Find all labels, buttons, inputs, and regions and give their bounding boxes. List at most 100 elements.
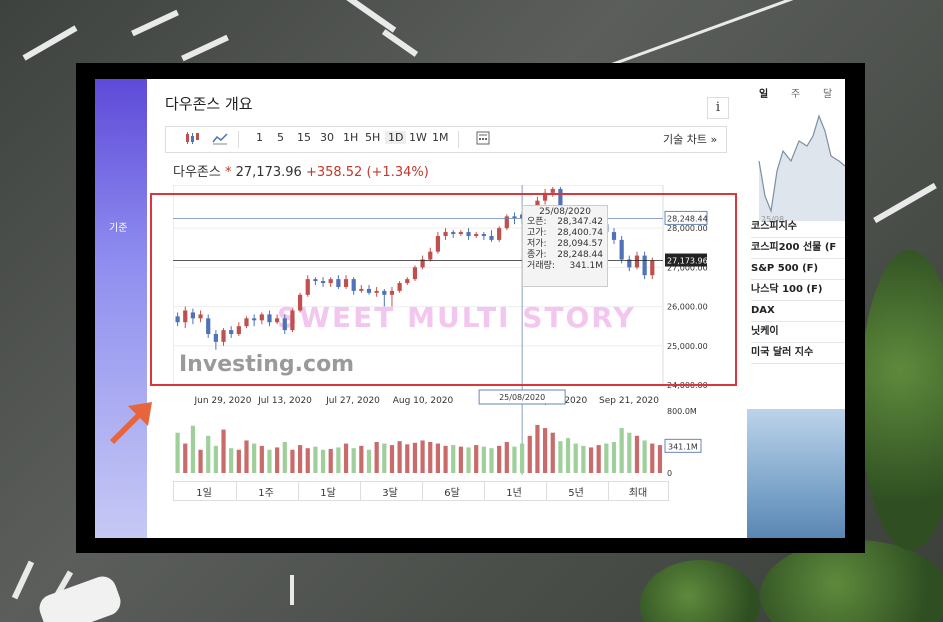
- volume-bar: [634, 435, 640, 473]
- volume-bar: [275, 447, 280, 473]
- range-selector: 1일 1주 1달 3달 6달 1년 5년 최대: [173, 481, 669, 501]
- volume-bar: [366, 449, 372, 473]
- volume-bar: [374, 442, 379, 473]
- x-tick-label: Jul 13, 2020: [257, 396, 312, 406]
- timeframe-30[interactable]: 30: [320, 131, 334, 144]
- sidebar-ad-image: [747, 409, 845, 538]
- highlight-box: [150, 193, 737, 386]
- volume-bar: [497, 445, 502, 473]
- volume-bar: [657, 445, 663, 473]
- volume-bar: [512, 446, 517, 473]
- volume-bar: [297, 445, 303, 473]
- volume-bar: [244, 440, 249, 473]
- volume-bar: [175, 432, 180, 473]
- sidebar-tab-month[interactable]: 달: [823, 85, 832, 100]
- volume-bar: [389, 445, 395, 473]
- volume-bar: [320, 449, 326, 473]
- volume-bar: [481, 446, 486, 473]
- range-6m[interactable]: 6달: [422, 484, 482, 499]
- volume-bar: [527, 435, 532, 473]
- x-tick-label: Sep 21, 2020: [599, 396, 659, 406]
- volume-bar: [359, 445, 364, 473]
- volume-bar: [565, 438, 571, 473]
- price-change-pct: (+1.34%): [366, 165, 429, 180]
- volume-bar: [236, 449, 241, 473]
- info-icon[interactable]: i: [707, 97, 729, 119]
- volume-bar: [558, 441, 563, 473]
- volume-bar: [604, 443, 609, 473]
- volume-bar: [642, 440, 647, 473]
- timeframe-5h[interactable]: 5H: [365, 131, 380, 144]
- volume-bar: [627, 432, 632, 473]
- sidebar-item-nasdaq100-futures[interactable]: 나스닥 100 (F): [751, 280, 845, 301]
- volume-bar: [229, 448, 234, 473]
- volume-bar: [336, 447, 341, 473]
- volume-bar: [420, 440, 425, 473]
- volume-bar: [520, 443, 525, 473]
- timeframe-15[interactable]: 15: [297, 131, 311, 144]
- volume-bar: [535, 424, 540, 473]
- volume-bar: [221, 429, 226, 473]
- volume-tag: 341.1M: [668, 442, 698, 451]
- timeframe-1[interactable]: 1: [256, 131, 263, 144]
- volume-bar: [489, 448, 494, 473]
- candlestick-icon[interactable]: [184, 131, 200, 148]
- range-3m[interactable]: 3달: [360, 484, 420, 499]
- volume-bar: [183, 443, 188, 473]
- right-sidebar: 일 주 달 25/08 코스피지수 코스피200 선물 (F S&P 500 (…: [747, 79, 845, 538]
- orange-arrow-icon: [110, 402, 152, 444]
- volume-bar: [259, 445, 264, 473]
- range-1y[interactable]: 1년: [484, 484, 544, 499]
- volume-bar: [474, 445, 479, 473]
- timeframe-1w[interactable]: 1W: [409, 131, 427, 144]
- volume-bar: [313, 446, 318, 473]
- volume-bar: [611, 442, 617, 473]
- volume-bar: [190, 425, 196, 473]
- volume-bar: [435, 443, 441, 473]
- timeframe-1h[interactable]: 1H: [343, 131, 358, 144]
- volume-bar: [305, 448, 310, 473]
- sidebar-item-nikkei[interactable]: 닛케이: [751, 322, 845, 343]
- range-1m[interactable]: 1달: [298, 484, 358, 499]
- sidebar-item-dax[interactable]: DAX: [751, 301, 845, 322]
- volume-bar: [412, 442, 418, 473]
- volume-bar: [267, 449, 272, 473]
- volume-bar: [198, 449, 203, 473]
- sidebar-item-sp500-futures[interactable]: S&P 500 (F): [751, 259, 845, 280]
- range-max[interactable]: 최대: [608, 484, 668, 499]
- sidebar-item-dollar-index[interactable]: 미국 달러 지수: [751, 343, 845, 364]
- sidebar-item-kospi200-futures[interactable]: 코스피200 선물 (F: [751, 238, 845, 259]
- volume-bar: [581, 445, 586, 473]
- sidebar-item-kospi[interactable]: 코스피지수: [751, 217, 845, 238]
- volume-bar: [213, 445, 218, 473]
- sidebar-mini-chart: [758, 114, 845, 221]
- range-1w[interactable]: 1주: [236, 484, 296, 499]
- sidebar-tab-day[interactable]: 일: [759, 85, 768, 100]
- volume-bar: [596, 445, 601, 473]
- timeframe-5[interactable]: 5: [277, 131, 284, 144]
- volume-bar: [573, 443, 578, 473]
- chart-toolbar: 1 5 15 30 1H 5H 1D 1W 1M 기술 차트 »: [165, 126, 727, 153]
- volume-bar: [542, 428, 548, 473]
- tech-chart-link[interactable]: 기술 차트 »: [663, 131, 717, 147]
- volume-bar: [397, 441, 402, 473]
- crosshair-date-label: 25/08/2020: [499, 393, 545, 402]
- timeframe-1d[interactable]: 1D: [385, 131, 407, 144]
- volume-bar: [588, 447, 594, 473]
- volume-bar: [382, 443, 387, 473]
- price-change: +358.52: [305, 165, 363, 180]
- volume-bar: [351, 448, 356, 473]
- volume-bar: [252, 443, 257, 473]
- calculator-icon[interactable]: [476, 131, 490, 148]
- realtime-star: *: [224, 165, 232, 180]
- line-chart-icon[interactable]: [212, 131, 228, 148]
- range-1d[interactable]: 1일: [174, 484, 234, 499]
- timeframe-1m[interactable]: 1M: [432, 131, 449, 144]
- volume-bar: [619, 428, 624, 473]
- volume-bar: [282, 442, 287, 473]
- page-title: 다우존스 개요: [165, 95, 253, 113]
- x-tick-label: Jun 29, 2020: [193, 396, 251, 406]
- volume-max-label: 800.0M: [667, 407, 697, 416]
- sidebar-tab-week[interactable]: 주: [791, 85, 800, 100]
- range-5y[interactable]: 5년: [546, 484, 606, 499]
